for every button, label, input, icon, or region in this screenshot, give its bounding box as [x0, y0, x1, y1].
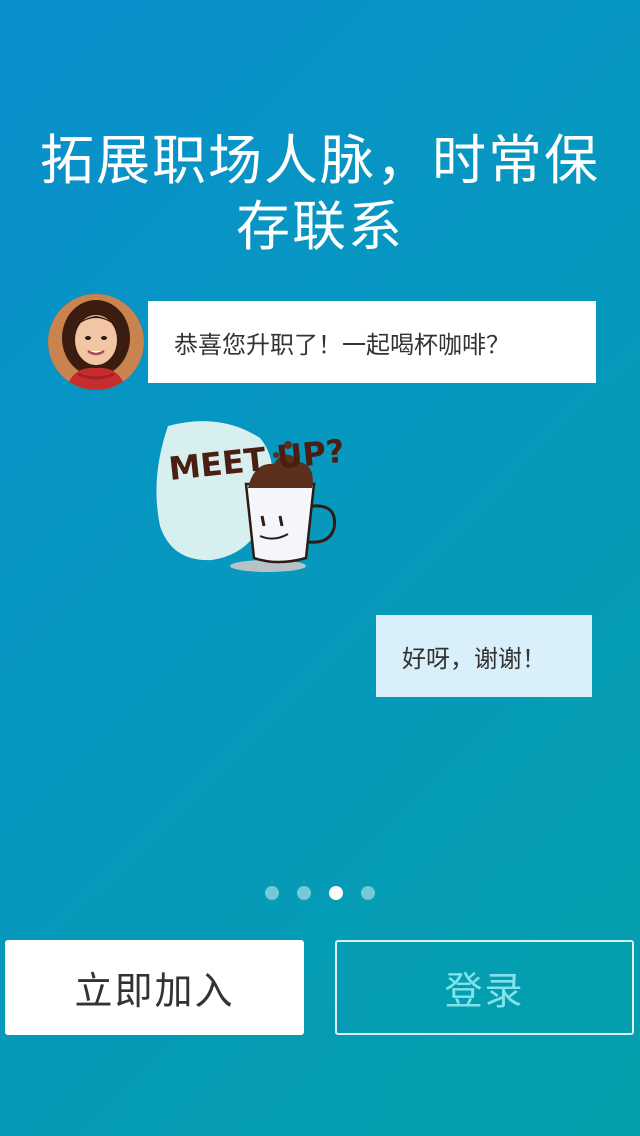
pagination-dot[interactable]	[361, 886, 375, 900]
pagination-dot[interactable]	[265, 886, 279, 900]
meet-up-sticker: MEET UP?	[150, 418, 350, 578]
avatar-photo-icon	[48, 294, 144, 390]
pagination-dot[interactable]	[297, 886, 311, 900]
coffee-cup-icon: MEET UP?	[156, 421, 346, 572]
pagination-dot[interactable]	[329, 886, 343, 900]
headline-line-2: 存联系	[236, 195, 404, 258]
incoming-message-text: 恭喜您升职了！一起喝杯咖啡？	[174, 330, 510, 359]
outgoing-message-bubble: 好呀，谢谢！	[376, 615, 592, 697]
outgoing-message-text: 好呀，谢谢！	[402, 644, 546, 673]
pagination-dots	[0, 886, 640, 900]
avatar	[48, 294, 144, 390]
join-now-button[interactable]: 立即加入	[5, 940, 304, 1035]
login-label: 登录	[444, 969, 525, 1013]
incoming-message-bubble: 恭喜您升职了！一起喝杯咖啡？	[148, 301, 596, 383]
onboarding-screen: 拓展职场人脉，时常保 存联系 恭喜您升职了！一起喝杯咖啡？ MEET UP? 好…	[0, 0, 640, 1136]
join-now-label: 立即加入	[74, 969, 235, 1013]
headline-line-1: 拓展职场人脉，时常保	[40, 129, 600, 192]
login-button[interactable]: 登录	[335, 940, 634, 1035]
headline: 拓展职场人脉，时常保 存联系	[20, 128, 620, 260]
